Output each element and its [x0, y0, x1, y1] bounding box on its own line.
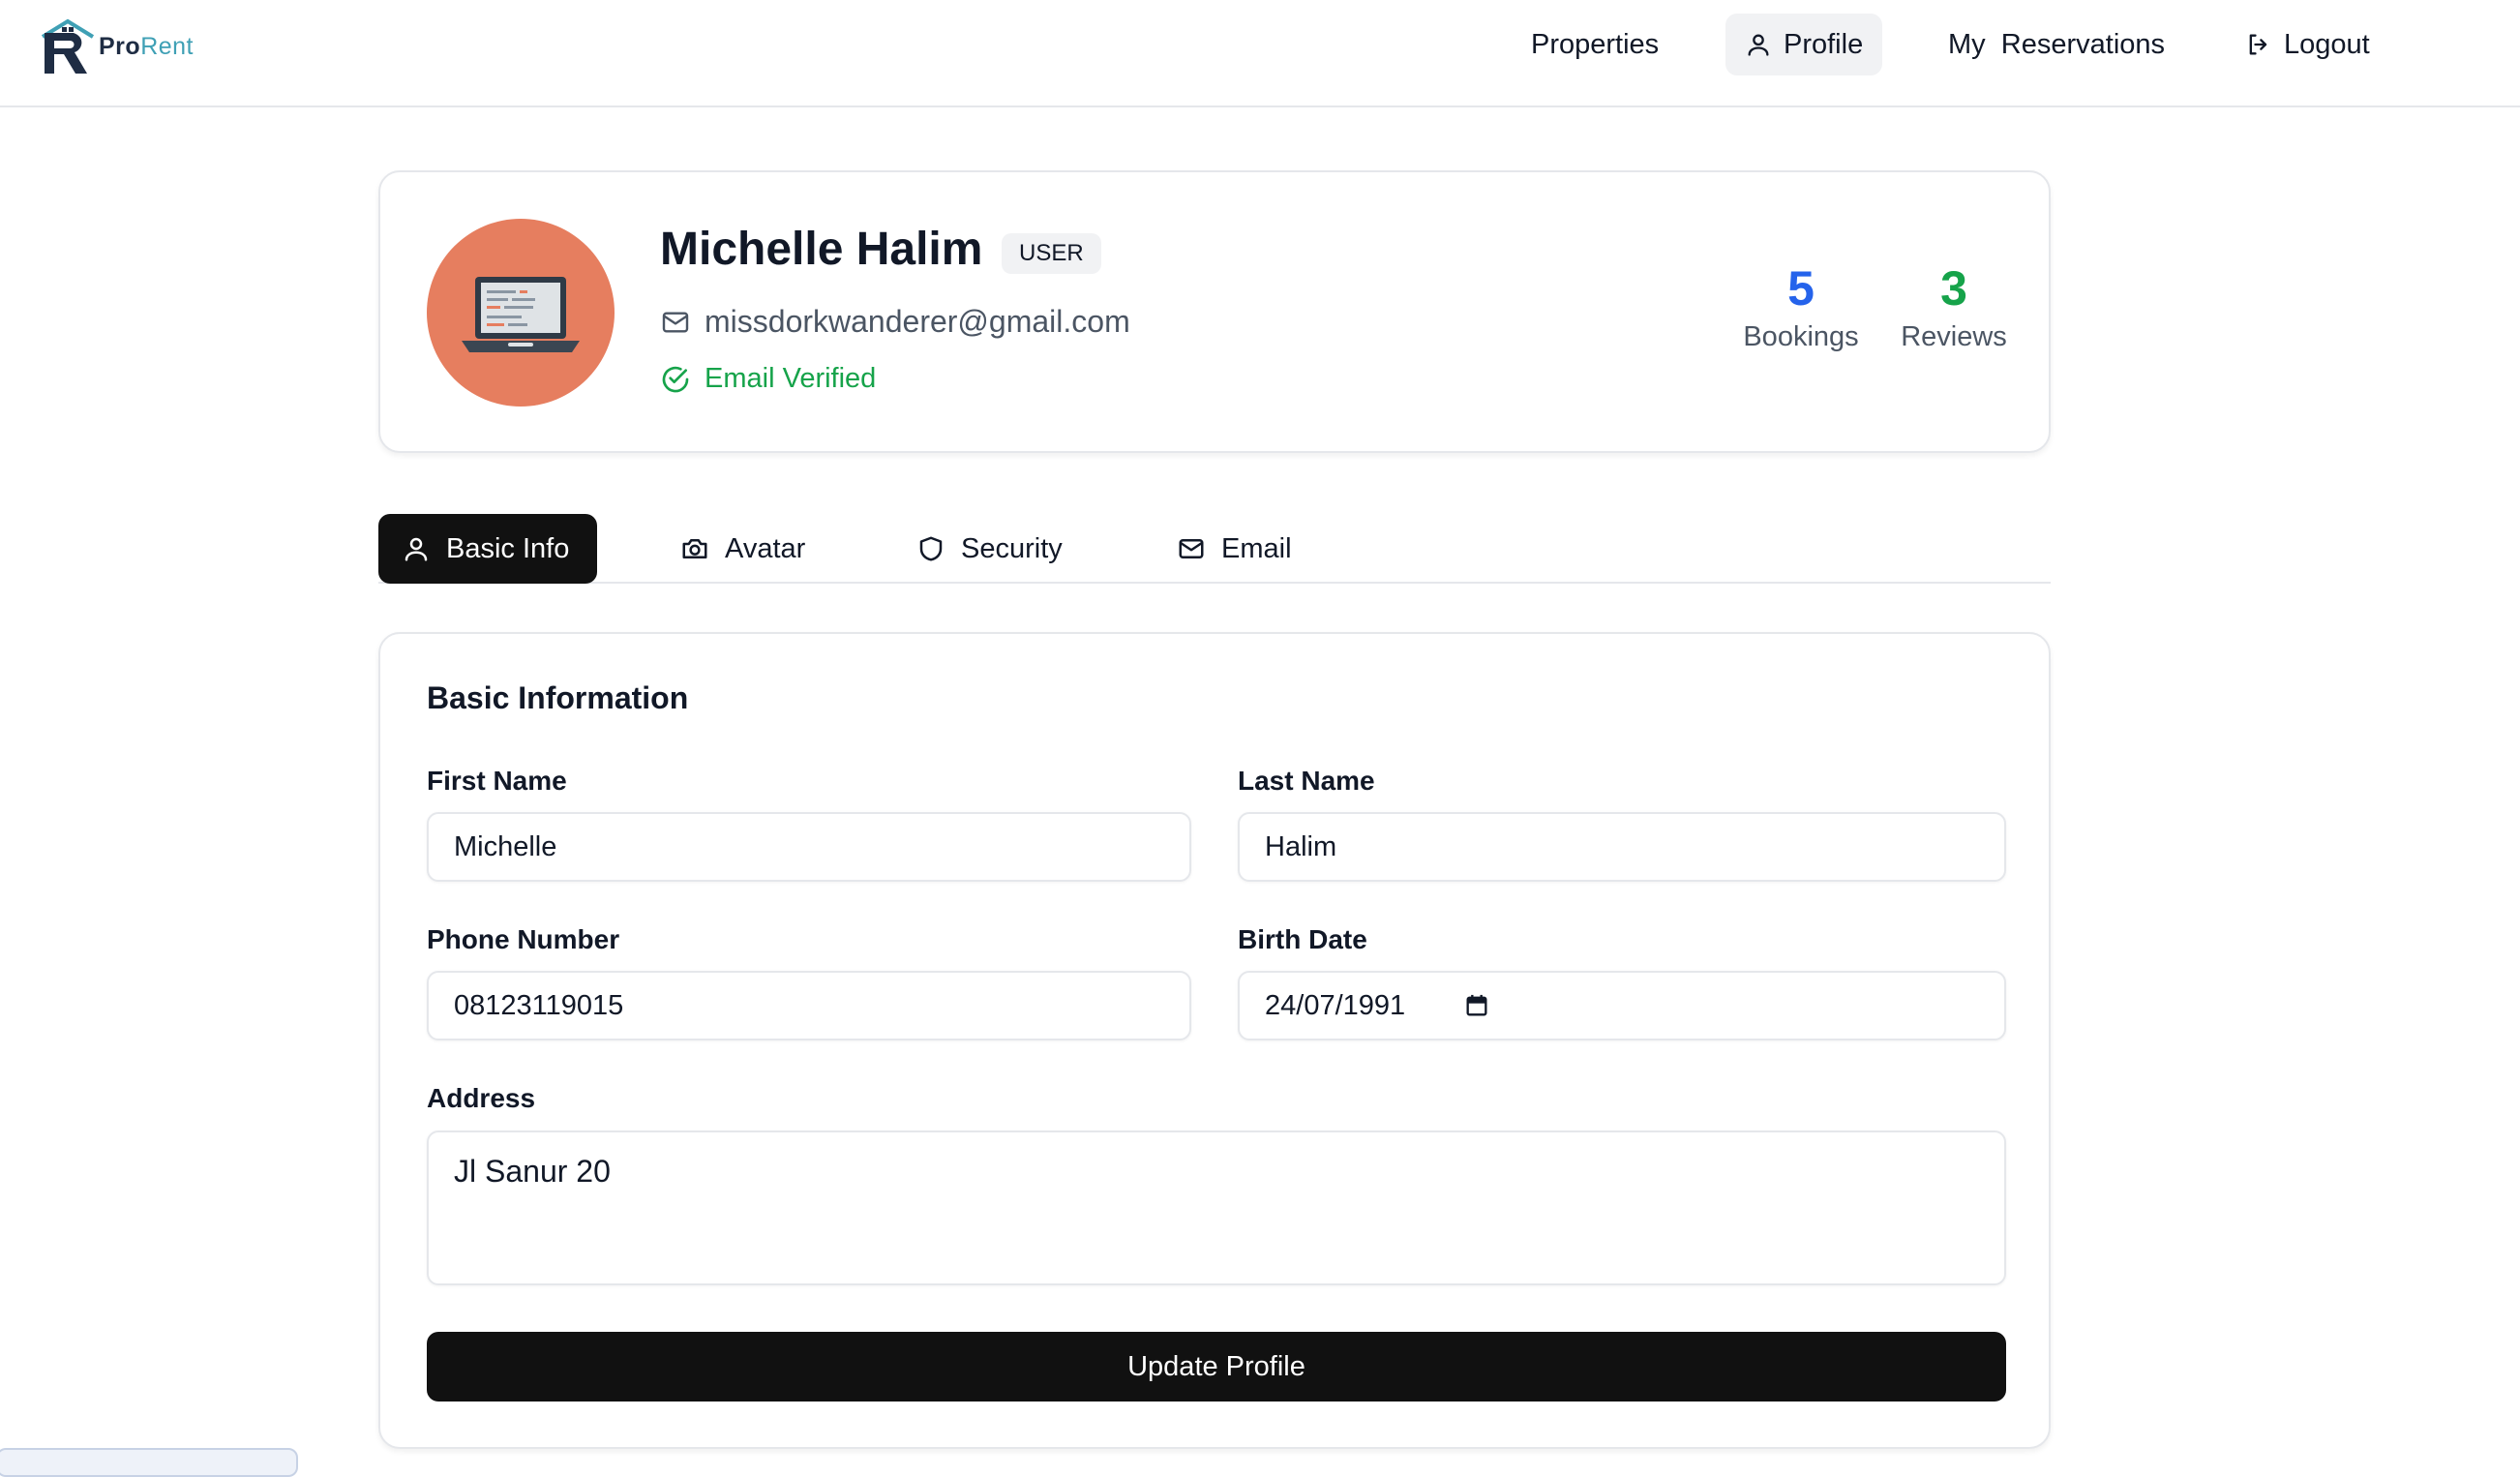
last-name-label: Last Name	[1238, 766, 1375, 796]
logout-icon	[2249, 34, 2267, 55]
mail-icon	[1179, 539, 1204, 558]
nav-profile-label: Profile	[1784, 28, 1864, 60]
nav-logout-link[interactable]: Logout	[2226, 14, 2389, 75]
tab-email-label: Email	[1221, 532, 1292, 564]
laptop-avatar-icon	[462, 277, 580, 352]
bookings-count: 5	[1787, 261, 1815, 316]
nav-reservations-label: My Reservations	[1948, 28, 2166, 60]
logo-word-rent: Rent	[140, 33, 194, 60]
first-name-value: Michelle	[454, 830, 557, 862]
check-circle-icon	[662, 366, 689, 392]
logo-word-pro: Pro	[99, 33, 141, 60]
nav-reservations-link[interactable]: My Reservations	[1929, 14, 2184, 75]
tab-avatar[interactable]: Avatar	[657, 514, 828, 584]
profile-email-row: missdorkwanderer@gmail.com	[660, 304, 1130, 340]
address-textarea[interactable]: Jl Sanur 20	[427, 1130, 2006, 1285]
phone-number-field[interactable]: 08123119015	[427, 971, 1191, 1040]
nav-properties-link[interactable]: Properties	[1512, 14, 1678, 75]
update-profile-label: Update Profile	[1127, 1350, 1305, 1382]
notification-toast-edge	[0, 1448, 298, 1477]
role-badge: USER	[1002, 233, 1101, 274]
first-name-field[interactable]: Michelle	[427, 812, 1191, 882]
birth-date-label: Birth Date	[1238, 924, 1367, 954]
birth-date-value: 24/07/1991	[1265, 989, 1406, 1021]
profile-tabs: Basic Info Avatar Security Email	[378, 514, 2051, 584]
reviews-count: 3	[1940, 261, 1967, 316]
tab-avatar-label: Avatar	[725, 532, 806, 564]
profile-name: Michelle Halim	[660, 224, 983, 275]
address-value: Jl Sanur 20	[454, 1154, 611, 1189]
nav-logout-label: Logout	[2284, 28, 2370, 60]
logo-wordmark: ProRent	[99, 33, 194, 61]
bookings-stat: 5 Bookings	[1738, 261, 1864, 353]
shield-icon	[919, 536, 943, 561]
profile-summary-card: Michelle Halim USER missdorkwanderer@gma…	[378, 170, 2051, 453]
address-label: Address	[427, 1083, 536, 1113]
user-icon	[1748, 34, 1769, 56]
mail-icon	[662, 311, 689, 333]
birth-date-field[interactable]: 24/07/1991	[1238, 971, 2006, 1040]
bookings-label: Bookings	[1743, 321, 1859, 352]
form-title: Basic Information	[427, 680, 689, 715]
calendar-icon[interactable]	[1463, 992, 1490, 1019]
tab-security[interactable]: Security	[893, 514, 1086, 584]
email-verified-row: Email Verified	[660, 363, 876, 395]
reviews-label: Reviews	[1901, 321, 2007, 352]
last-name-value: Halim	[1265, 830, 1337, 862]
phone-number-value: 08123119015	[454, 989, 624, 1021]
tab-basic-info-label: Basic Info	[446, 532, 570, 564]
tab-basic-info[interactable]: Basic Info	[378, 514, 597, 584]
reviews-stat: 3 Reviews	[1896, 261, 2012, 353]
top-navigation-bar: ProRent Properties Profile My Reservatio…	[0, 0, 2520, 107]
email-verified-label: Email Verified	[705, 363, 877, 394]
camera-icon	[682, 539, 707, 558]
phone-number-label: Phone Number	[427, 924, 620, 954]
basic-information-form: Basic Information First Name Michelle La…	[378, 632, 2051, 1449]
nav-profile-link[interactable]: Profile	[1725, 14, 1883, 75]
first-name-label: First Name	[427, 766, 567, 796]
tab-security-label: Security	[961, 532, 1063, 564]
logo-mark-icon	[41, 18, 95, 74]
prorent-logo[interactable]: ProRent	[39, 17, 223, 77]
tab-email[interactable]: Email	[1154, 514, 1315, 584]
avatar	[427, 219, 615, 407]
profile-email: missdorkwanderer@gmail.com	[705, 304, 1130, 339]
nav-properties-label: Properties	[1531, 28, 1660, 60]
user-icon	[405, 537, 428, 561]
last-name-field[interactable]: Halim	[1238, 812, 2006, 882]
update-profile-button[interactable]: Update Profile	[427, 1332, 2006, 1402]
